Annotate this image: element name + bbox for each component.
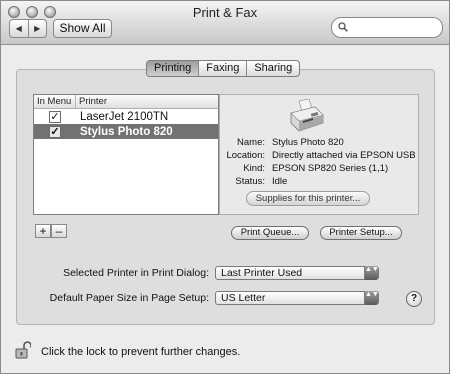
detail-label-kind: Kind:	[243, 163, 265, 174]
detail-value-kind: EPSON SP820 Series (1,1)	[272, 163, 389, 174]
supplies-button[interactable]: Supplies for this printer...	[246, 191, 370, 206]
selected-printer-value: Last Printer Used	[221, 267, 303, 279]
tab-sharing[interactable]: Sharing	[247, 61, 299, 76]
detail-value-status: Idle	[272, 176, 288, 187]
back-button[interactable]: ◀	[10, 20, 29, 37]
in-menu-checkbox[interactable]: ✓	[49, 110, 61, 123]
detail-value-name: Stylus Photo 820	[272, 137, 344, 148]
printer-name: Stylus Photo 820	[80, 125, 173, 138]
help-icon[interactable]: ?	[406, 291, 422, 307]
selected-printer-popup[interactable]: Last Printer Used ▲▼	[215, 266, 379, 280]
tab-printing[interactable]: Printing	[147, 61, 200, 76]
column-in-menu[interactable]: In Menu	[34, 95, 76, 108]
in-menu-checkbox[interactable]: ✓	[49, 125, 61, 138]
popup-arrows-icon: ▲▼	[364, 291, 379, 305]
detail-value-location: Directly attached via EPSON USB	[272, 150, 416, 161]
add-printer-button[interactable]: +	[35, 224, 51, 238]
remove-printer-button[interactable]: –	[51, 224, 67, 238]
print-fax-window: Print & Fax ◀ ▶ Show All Printing Faxing…	[0, 0, 450, 374]
paper-size-value: US Letter	[221, 292, 266, 304]
search-icon	[338, 22, 348, 32]
paper-size-label: Default Paper Size in Page Setup:	[49, 292, 209, 304]
selected-printer-label: Selected Printer in Print Dialog:	[63, 267, 209, 279]
lock-icon[interactable]	[15, 341, 31, 359]
show-all-button[interactable]: Show All	[53, 19, 112, 38]
detail-label-location: Location:	[226, 150, 265, 161]
column-printer[interactable]: Printer	[76, 95, 107, 108]
printer-list-header: In Menu Printer	[34, 95, 218, 109]
printer-icon	[290, 99, 324, 132]
popup-arrows-icon: ▲▼	[364, 266, 379, 280]
printer-row-stylus[interactable]: ✓ Stylus Photo 820	[34, 124, 218, 139]
printer-row-laserjet[interactable]: ✓ LaserJet 2100TN	[34, 109, 218, 124]
printer-list: In Menu Printer ✓ LaserJet 2100TN ✓ Styl…	[33, 94, 219, 215]
printer-setup-button[interactable]: Printer Setup...	[320, 226, 402, 240]
tab-faxing[interactable]: Faxing	[199, 61, 248, 76]
back-forward-control: ◀ ▶	[9, 19, 47, 38]
printer-name: LaserJet 2100TN	[80, 110, 169, 123]
lock-message: Click the lock to prevent further change…	[41, 346, 241, 358]
paper-size-popup[interactable]: US Letter ▲▼	[215, 291, 379, 305]
detail-label-name: Name:	[237, 137, 265, 148]
tab-bar: Printing Faxing Sharing	[146, 60, 301, 77]
forward-button[interactable]: ▶	[29, 20, 47, 37]
detail-label-status: Status:	[235, 176, 265, 187]
title-bar: Print & Fax ◀ ▶ Show All	[1, 1, 449, 45]
search-input[interactable]	[350, 20, 438, 35]
search-field[interactable]	[331, 17, 443, 38]
print-queue-button[interactable]: Print Queue...	[231, 226, 309, 240]
